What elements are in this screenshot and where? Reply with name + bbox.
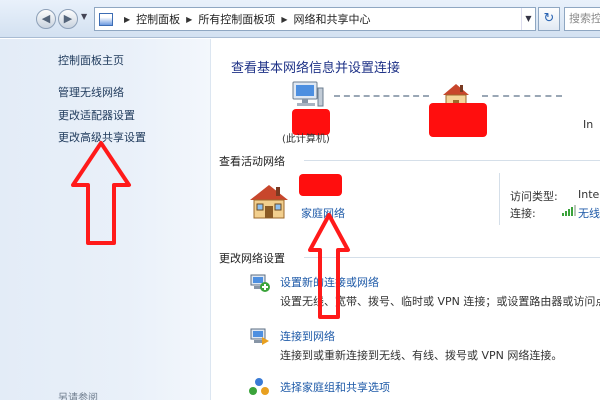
vertical-divider — [499, 173, 500, 225]
forward-icon: ▶ — [63, 12, 73, 25]
address-toolbar: ◀ ▶ ▼ ▶ 控制面板 ▶ 所有控制面板项 ▶ 网络和共享中心 ▼ ↻ 搜索控 — [0, 0, 600, 38]
see-also-heading: 另请参阅 — [58, 393, 98, 400]
page-title: 查看基本网络信息并设置连接 — [231, 61, 401, 76]
connect-network-link[interactable]: 连接到网络 — [280, 328, 335, 344]
chevron-right-icon[interactable]: ▶ — [186, 15, 192, 24]
annotation-arrow-up-icon — [308, 213, 350, 319]
breadcrumb-control-panel[interactable]: 控制面板 — [136, 11, 180, 27]
this-computer-label: (此计算机) — [282, 134, 330, 145]
sidebar-link-manage-wireless[interactable]: 管理无线网络 — [58, 84, 124, 100]
connect-network-description: 连接到或重新连接到无线、有线、拨号或 VPN 网络连接。 — [280, 349, 563, 362]
homegroup-icon[interactable] — [248, 376, 270, 398]
history-dropdown-icon[interactable]: ▼ — [81, 12, 87, 21]
address-bar[interactable]: ▶ 控制面板 ▶ 所有控制面板项 ▶ 网络和共享中心 ▼ — [94, 7, 536, 31]
chevron-right-icon[interactable]: ▶ — [124, 15, 130, 24]
connection-label: 连接: — [510, 207, 536, 220]
redaction-mark — [429, 103, 487, 137]
main-content: 查看基本网络信息并设置连接 (此计算机) In 查看活动网络 家庭网络 访问类型… — [212, 39, 600, 400]
sidebar-home-link[interactable]: 控制面板主页 — [58, 52, 124, 68]
chevron-right-icon[interactable]: ▶ — [281, 15, 287, 24]
refresh-button[interactable]: ↻ — [538, 7, 560, 31]
address-dropdown-icon[interactable]: ▼ — [521, 8, 535, 30]
search-input[interactable]: 搜索控 — [564, 7, 600, 31]
forward-button[interactable]: ▶ — [58, 9, 78, 29]
refresh-icon: ↻ — [543, 11, 555, 26]
computer-icon[interactable] — [290, 80, 324, 110]
active-networks-heading: 查看活动网络 — [219, 155, 285, 168]
breadcrumb-all-items[interactable]: 所有控制面板项 — [198, 11, 275, 27]
control-panel-icon — [99, 12, 113, 26]
section-divider — [304, 160, 600, 161]
house-icon[interactable] — [248, 182, 290, 220]
homegroup-options-link[interactable]: 选择家庭组和共享选项 — [280, 379, 390, 395]
breadcrumb-network-center[interactable]: 网络和共享中心 — [293, 11, 370, 27]
access-type-value: Inte — [578, 188, 600, 201]
network-map-link — [334, 95, 429, 97]
internet-label: In — [583, 118, 594, 131]
sidebar-link-adapter-settings[interactable]: 更改适配器设置 — [58, 107, 135, 123]
back-button[interactable]: ◀ — [36, 9, 56, 29]
back-icon: ◀ — [41, 12, 51, 25]
change-settings-heading: 更改网络设置 — [219, 252, 285, 265]
annotation-arrow-up-icon — [71, 141, 131, 245]
network-setup-icon[interactable] — [248, 271, 270, 293]
access-type-label: 访问类型: — [510, 190, 558, 203]
network-map-link — [482, 95, 562, 97]
connection-value-link[interactable]: 无线 — [578, 205, 600, 221]
wifi-signal-icon — [562, 205, 576, 216]
network-connect-icon[interactable] — [248, 325, 270, 347]
redaction-mark — [299, 174, 342, 196]
